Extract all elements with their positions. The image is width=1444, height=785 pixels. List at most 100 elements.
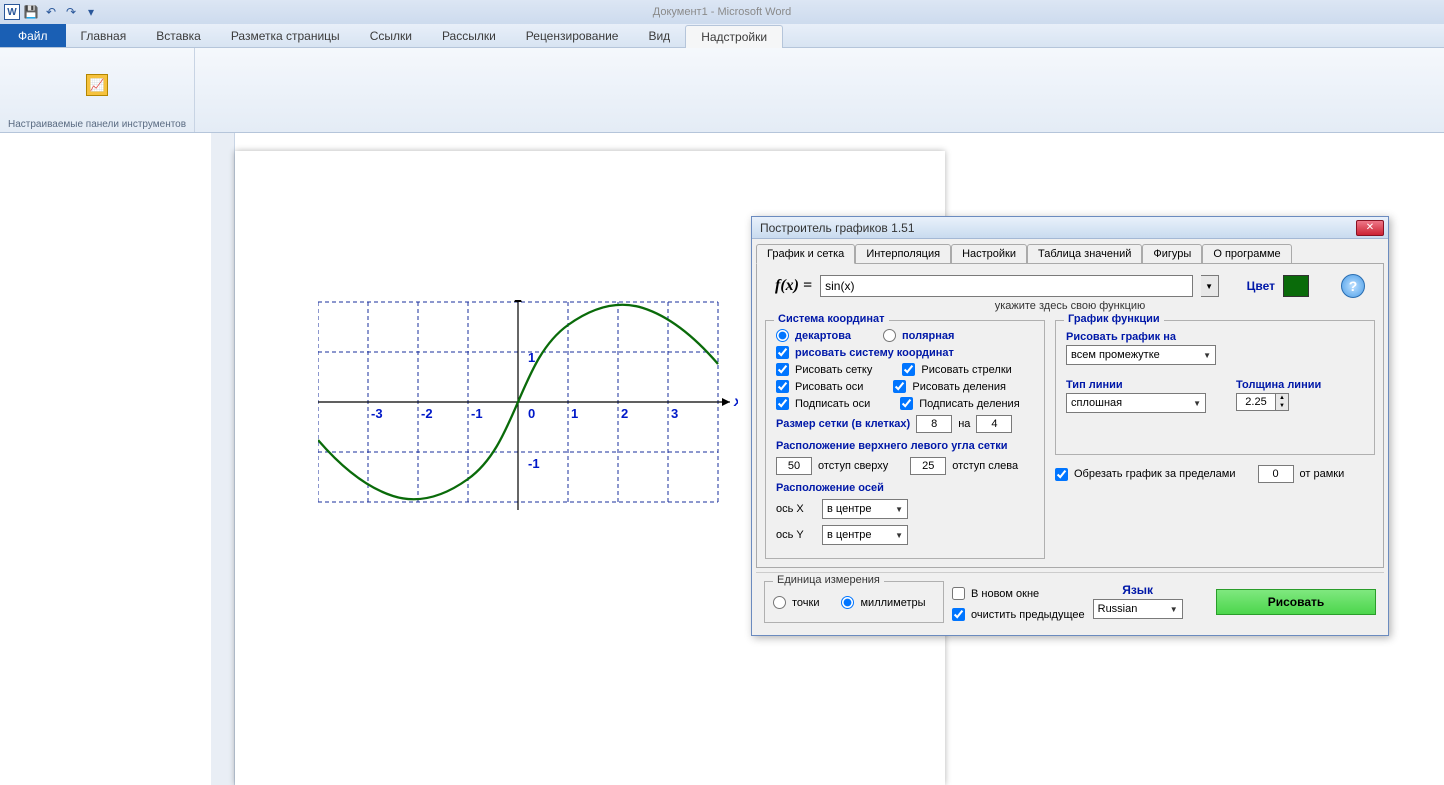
quick-access-toolbar: W 💾 ↶ ↷ ▾: [0, 3, 100, 21]
top-offset-input[interactable]: [776, 457, 812, 475]
tab-about[interactable]: О программе: [1202, 244, 1291, 264]
grid-size-label: Размер сетки (в клетках): [776, 418, 910, 430]
radio-polar-label[interactable]: полярная: [902, 330, 954, 342]
check-draw-ticks[interactable]: [893, 380, 906, 393]
thickness-input[interactable]: [1236, 393, 1276, 411]
check-draw-grid-label[interactable]: Рисовать сетку: [795, 364, 872, 376]
grid-sep-label: на: [958, 418, 970, 430]
save-icon[interactable]: 💾: [22, 3, 40, 21]
dialog-title: Построитель графиков 1.51: [756, 221, 915, 235]
function-dropdown-icon[interactable]: ▼: [1201, 275, 1219, 297]
chevron-down-icon: ▼: [893, 531, 905, 540]
units-legend: Единица измерения: [773, 574, 884, 586]
grid-height-input[interactable]: [976, 415, 1012, 433]
check-sign-ticks-label[interactable]: Подписать деления: [919, 398, 1019, 410]
spin-up-icon[interactable]: ▲: [1276, 394, 1288, 402]
tab-addins[interactable]: Надстройки: [685, 25, 783, 48]
clip-value-input[interactable]: [1258, 465, 1294, 483]
radio-cartesian-label[interactable]: декартова: [795, 330, 851, 342]
line-type-select[interactable]: сплошная▼: [1066, 393, 1206, 413]
function-input[interactable]: [820, 275, 1193, 297]
help-icon[interactable]: ?: [1341, 274, 1365, 298]
lang-label: Язык: [1122, 583, 1153, 597]
check-draw-arrows[interactable]: [902, 363, 915, 376]
check-draw-grid[interactable]: [776, 363, 789, 376]
check-clip-graph[interactable]: [1055, 468, 1068, 481]
graph-builder-icon[interactable]: 📈: [86, 74, 108, 96]
check-clip-graph-label[interactable]: Обрезать график за пределами: [1074, 468, 1236, 480]
qat-more-icon[interactable]: ▾: [82, 3, 100, 21]
svg-text:-2: -2: [421, 406, 433, 421]
axis-x-select[interactable]: в центре▼: [822, 499, 908, 519]
axes-pos-label: Расположение осей: [776, 478, 1034, 496]
radio-polar[interactable]: [883, 329, 896, 342]
svg-text:1: 1: [528, 350, 535, 365]
color-picker[interactable]: [1283, 275, 1309, 297]
line-type-label: Тип линии: [1066, 375, 1206, 393]
tab-home[interactable]: Главная: [66, 24, 142, 47]
radio-mm[interactable]: [841, 596, 854, 609]
left-offset-input[interactable]: [910, 457, 946, 475]
chevron-down-icon: ▼: [1201, 351, 1213, 360]
dialog-bottom-panel: Единица измерения точки миллиметры В нов…: [756, 572, 1384, 631]
tab-insert[interactable]: Вставка: [141, 24, 216, 47]
svg-text:1: 1: [571, 406, 578, 421]
axis-y-select[interactable]: в центре▼: [822, 525, 908, 545]
check-sign-ticks[interactable]: [900, 397, 913, 410]
tab-shapes[interactable]: Фигуры: [1142, 244, 1202, 264]
corner-pos-label: Расположение верхнего левого угла сетки: [776, 436, 1034, 454]
lang-select[interactable]: Russian▼: [1093, 599, 1183, 619]
ribbon-body: 📈 Настраиваемые панели инструментов: [0, 48, 1444, 133]
check-draw-coord-system[interactable]: [776, 346, 789, 359]
word-icon: W: [4, 4, 20, 20]
check-sign-axes[interactable]: [776, 397, 789, 410]
dialog-titlebar[interactable]: Построитель графиков 1.51 ✕: [752, 217, 1388, 239]
tab-view[interactable]: Вид: [633, 24, 685, 47]
check-clear-prev[interactable]: [952, 608, 965, 621]
tab-interpolation[interactable]: Интерполяция: [855, 244, 951, 264]
radio-cartesian[interactable]: [776, 329, 789, 342]
thickness-label: Толщина линии: [1236, 375, 1321, 393]
tab-mailings[interactable]: Рассылки: [427, 24, 511, 47]
radio-points-label[interactable]: точки: [792, 597, 819, 609]
file-tab[interactable]: Файл: [0, 24, 66, 47]
check-draw-axes[interactable]: [776, 380, 789, 393]
axis-y-label: ось Y: [776, 529, 816, 541]
spin-down-icon[interactable]: ▼: [1276, 402, 1288, 410]
undo-icon[interactable]: ↶: [42, 3, 60, 21]
thickness-spinner[interactable]: ▲▼: [1236, 393, 1321, 411]
svg-text:0: 0: [528, 406, 535, 421]
check-new-window[interactable]: [952, 587, 965, 600]
tab-review[interactable]: Рецензирование: [511, 24, 634, 47]
draw-on-label: Рисовать график на: [1066, 327, 1364, 345]
fx-label: f(x) =: [775, 277, 812, 295]
tab-references[interactable]: Ссылки: [355, 24, 427, 47]
function-graph-legend: График функции: [1064, 313, 1164, 325]
svg-text:3: 3: [671, 406, 678, 421]
draw-on-select[interactable]: всем промежутке▼: [1066, 345, 1216, 365]
top-offset-label: отступ сверху: [818, 460, 888, 472]
check-draw-axes-label[interactable]: Рисовать оси: [795, 381, 863, 393]
check-draw-arrows-label[interactable]: Рисовать стрелки: [921, 364, 1011, 376]
check-draw-coord-system-label[interactable]: рисовать систему координат: [795, 347, 954, 359]
ribbon-group-label: Настраиваемые панели инструментов: [8, 117, 186, 132]
word-titlebar: W 💾 ↶ ↷ ▾ Документ1 - Microsoft Word: [0, 0, 1444, 24]
close-icon[interactable]: ✕: [1356, 220, 1384, 236]
redo-icon[interactable]: ↷: [62, 3, 80, 21]
check-sign-axes-label[interactable]: Подписать оси: [795, 398, 870, 410]
check-clear-prev-label[interactable]: очистить предыдущее: [971, 609, 1085, 621]
color-label: Цвет: [1247, 279, 1275, 293]
draw-button[interactable]: Рисовать: [1216, 589, 1376, 615]
tab-settings[interactable]: Настройки: [951, 244, 1027, 264]
check-draw-ticks-label[interactable]: Рисовать деления: [912, 381, 1006, 393]
radio-mm-label[interactable]: миллиметры: [860, 597, 925, 609]
check-new-window-label[interactable]: В новом окне: [971, 588, 1039, 600]
tab-layout[interactable]: Разметка страницы: [216, 24, 355, 47]
tab-value-table[interactable]: Таблица значений: [1027, 244, 1142, 264]
chart: y x -3-2-1 0 123 1-1: [318, 300, 738, 535]
graph-builder-dialog: Построитель графиков 1.51 ✕ График и сет…: [751, 216, 1389, 636]
grid-width-input[interactable]: [916, 415, 952, 433]
coord-system-legend: Система координат: [774, 313, 889, 325]
radio-points[interactable]: [773, 596, 786, 609]
tab-graph-grid[interactable]: График и сетка: [756, 244, 855, 264]
